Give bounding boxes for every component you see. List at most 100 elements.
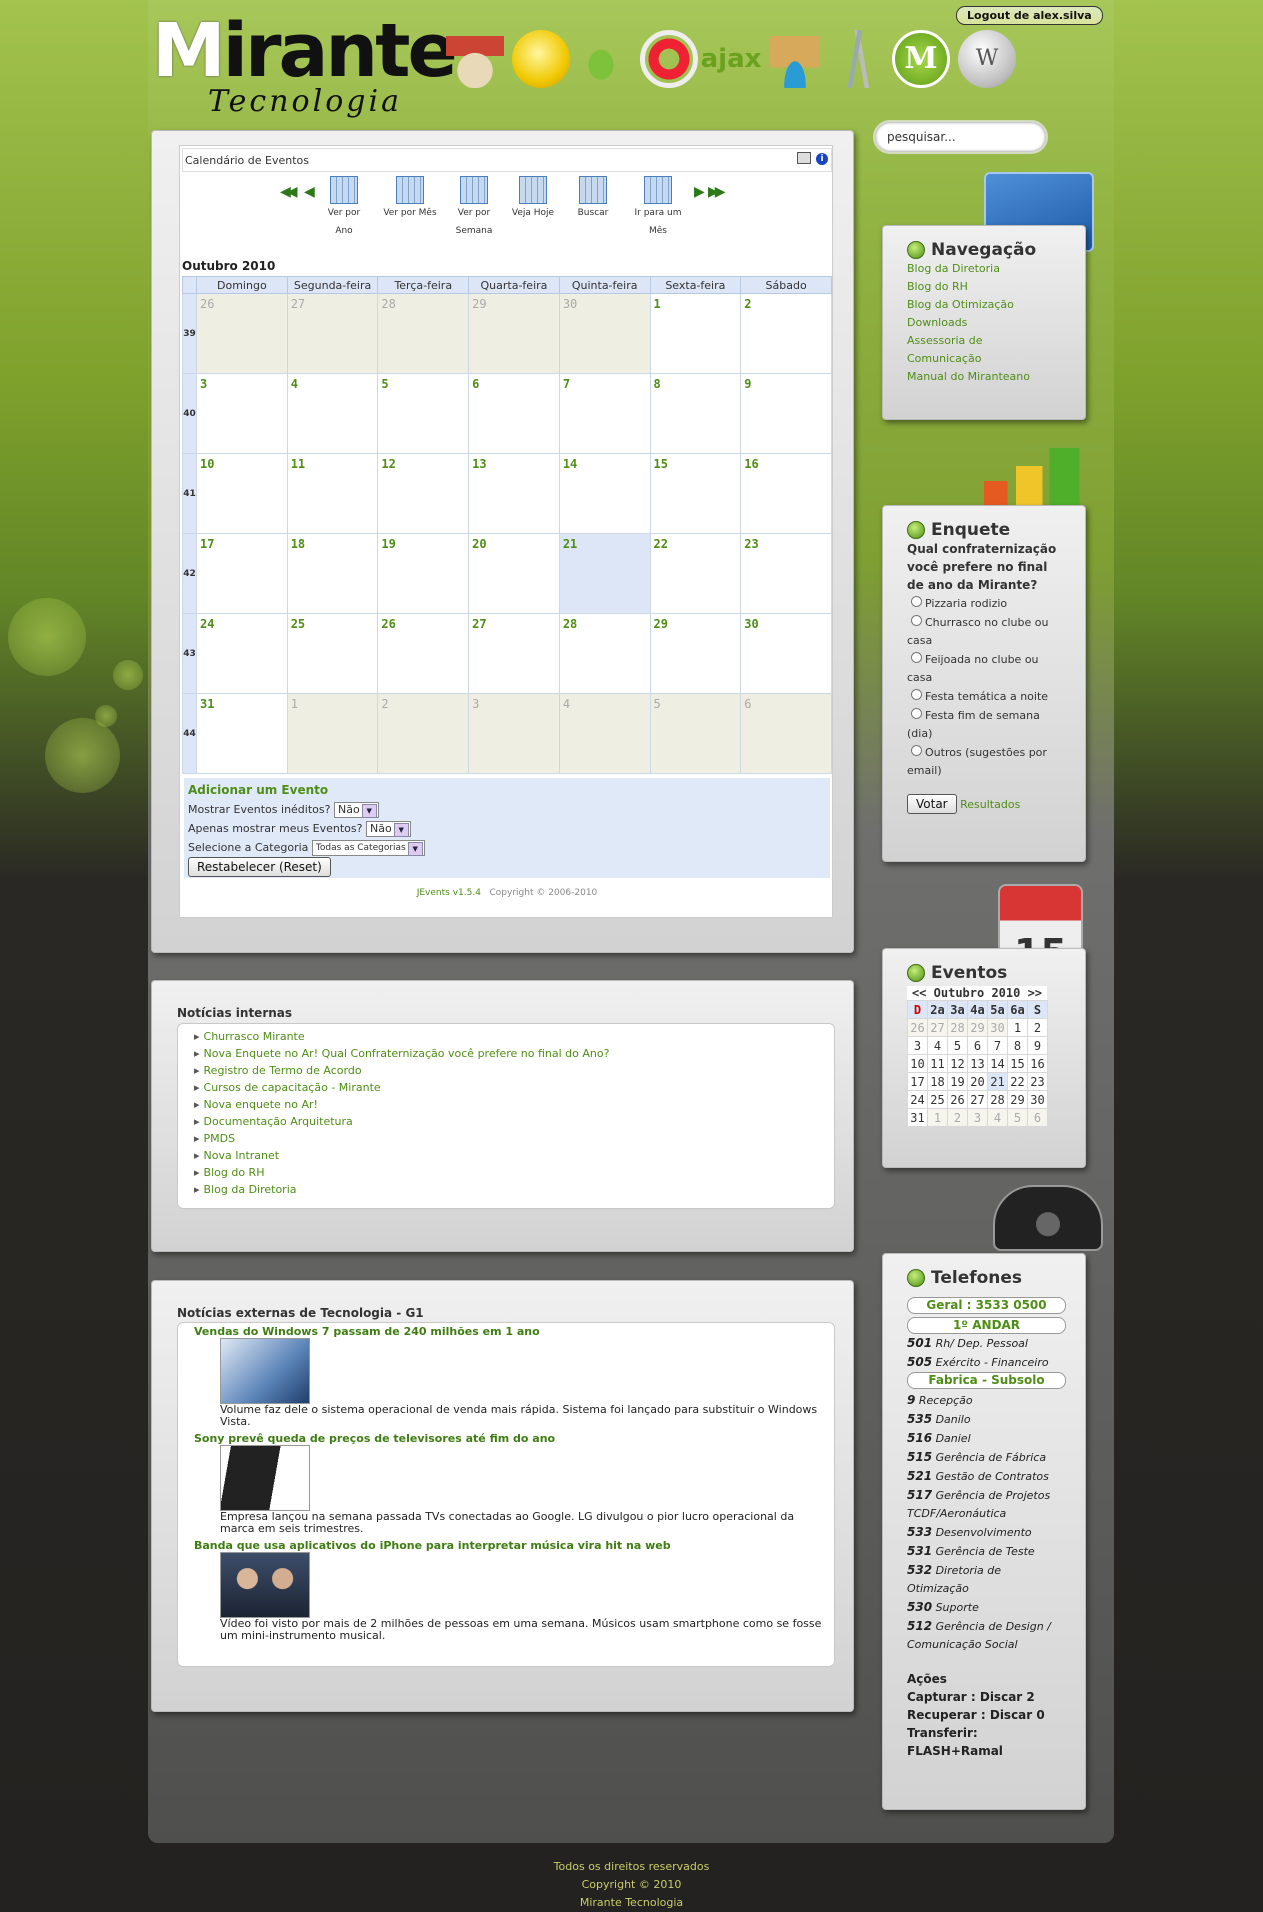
filter-unpublished-select[interactable]: Não	[333, 802, 379, 818]
day-cell[interactable]: 11	[286, 453, 379, 534]
radio-button[interactable]	[911, 615, 922, 626]
mini-day[interactable]: 29	[1007, 1090, 1028, 1109]
view-month-button[interactable]: Ver por Mês	[382, 176, 438, 222]
logout-button[interactable]: Logout de alex.silva	[956, 6, 1103, 25]
day-cell[interactable]: 5	[377, 373, 470, 454]
week-number[interactable]: 43	[182, 613, 197, 694]
mini-day[interactable]: 1	[927, 1108, 948, 1127]
mini-day[interactable]: 5	[947, 1036, 968, 1055]
day-cell[interactable]: 25	[286, 613, 379, 694]
day-cell[interactable]: 17	[196, 533, 288, 614]
search-input[interactable]: pesquisar...	[873, 120, 1048, 154]
view-today-button[interactable]: Veja Hoje	[505, 176, 561, 222]
list-item[interactable]: Cursos de capacitação - Mirante	[194, 1079, 818, 1096]
nav-link[interactable]: Assessoria de Comunicação	[907, 332, 1017, 368]
mini-day[interactable]: 7	[987, 1036, 1008, 1055]
poll-option[interactable]: Churrasco no clube ou casa	[907, 614, 1061, 650]
mini-next-link[interactable]: >>	[1028, 986, 1042, 1000]
mini-day[interactable]: 2	[1027, 1018, 1048, 1037]
list-item[interactable]: Nova Enquete no Ar! Qual Confraternizaçã…	[194, 1045, 818, 1062]
news-link[interactable]: Registro de Termo de Acordo	[204, 1064, 362, 1077]
poll-option[interactable]: Festa fim de semana (dia)	[907, 707, 1061, 743]
list-item[interactable]: Nova enquete no Ar!	[194, 1096, 818, 1113]
mini-day[interactable]: 22	[1007, 1072, 1028, 1091]
mini-day[interactable]: 3	[907, 1036, 928, 1055]
ajax-pro-icon[interactable]: ajax	[698, 30, 764, 88]
home-icon[interactable]	[446, 30, 504, 88]
day-cell[interactable]: 9	[740, 373, 832, 454]
mini-day[interactable]: 20	[967, 1072, 988, 1091]
mirante-logo[interactable]: Mirante Tecnologia	[152, 8, 458, 119]
news-link[interactable]: Nova enquete no Ar!	[204, 1098, 318, 1111]
day-cell-today[interactable]: 21	[558, 533, 651, 614]
mini-day[interactable]: 6	[967, 1036, 988, 1055]
mini-day[interactable]: 24	[907, 1090, 928, 1109]
list-item[interactable]: Churrasco Mirante	[194, 1028, 818, 1045]
view-year-button[interactable]: Ver por Ano	[318, 176, 370, 240]
mini-day[interactable]: 12	[947, 1054, 968, 1073]
mini-day[interactable]: 28	[947, 1018, 968, 1037]
day-cell[interactable]: 26	[196, 293, 288, 374]
day-cell[interactable]: 28	[558, 613, 651, 694]
mini-day[interactable]: 19	[947, 1072, 968, 1091]
day-cell[interactable]: 31	[196, 693, 288, 774]
news-thumbnail[interactable]	[220, 1445, 310, 1511]
day-cell[interactable]: 1	[286, 693, 379, 774]
day-cell[interactable]: 29	[468, 293, 560, 374]
day-cell[interactable]: 13	[468, 453, 560, 534]
prev-year-icon[interactable]: ◀◀	[280, 184, 297, 200]
mini-day[interactable]: 23	[1027, 1072, 1048, 1091]
day-cell[interactable]: 14	[558, 453, 651, 534]
week-number[interactable]: 42	[182, 533, 197, 614]
day-cell[interactable]: 22	[649, 533, 742, 614]
day-cell[interactable]: 12	[377, 453, 470, 534]
mini-day[interactable]: 4	[987, 1108, 1008, 1127]
day-cell[interactable]: 1	[649, 293, 742, 374]
day-cell[interactable]: 4	[286, 373, 379, 454]
mini-prev-link[interactable]: <<	[912, 986, 926, 1000]
day-cell[interactable]: 29	[649, 613, 742, 694]
list-item[interactable]: Blog do RH	[194, 1164, 818, 1181]
mini-day[interactable]: 3	[967, 1108, 988, 1127]
day-cell[interactable]: 20	[468, 533, 560, 614]
radio-button[interactable]	[911, 652, 922, 663]
day-cell[interactable]: 7	[558, 373, 651, 454]
info-icon[interactable]: i	[816, 153, 828, 165]
week-number[interactable]: 44	[182, 693, 197, 774]
news-link[interactable]: Documentação Arquitetura	[204, 1115, 353, 1128]
filter-mine-select[interactable]: Não	[365, 821, 411, 837]
news-thumbnail[interactable]	[220, 1338, 310, 1404]
day-cell[interactable]: 3	[468, 693, 560, 774]
chat-icon[interactable]	[512, 30, 570, 88]
mini-day[interactable]: 16	[1027, 1054, 1048, 1073]
mini-day[interactable]: 27	[927, 1018, 948, 1037]
mini-day[interactable]: 8	[1007, 1036, 1028, 1055]
week-number[interactable]: 41	[182, 453, 197, 534]
mini-day[interactable]: 11	[927, 1054, 948, 1073]
day-cell[interactable]: 28	[377, 293, 470, 374]
nav-link[interactable]: Blog da Otimização	[907, 296, 1061, 314]
jevents-credit[interactable]: JEvents v1.5.4	[417, 888, 481, 898]
poll-option[interactable]: Pizzaria rodizio	[907, 595, 1061, 613]
mini-day[interactable]: 15	[1007, 1054, 1028, 1073]
nav-link[interactable]: Blog do RH	[907, 278, 1061, 296]
list-item[interactable]: Nova Intranet	[194, 1147, 818, 1164]
news-link[interactable]: Churrasco Mirante	[204, 1030, 305, 1043]
day-cell[interactable]: 19	[377, 533, 470, 614]
poll-option[interactable]: Festa temática a noite	[907, 688, 1061, 706]
list-item[interactable]: PMDS	[194, 1130, 818, 1147]
keys-icon[interactable]	[834, 30, 882, 88]
mini-day[interactable]: 5	[1007, 1108, 1028, 1127]
list-item[interactable]: Blog da Diretoria	[194, 1181, 818, 1198]
news-link[interactable]: Cursos de capacitação - Mirante	[204, 1081, 381, 1094]
radio-button[interactable]	[911, 596, 922, 607]
day-cell[interactable]: 4	[558, 693, 651, 774]
poll-option[interactable]: Outros (sugestões por email)	[907, 744, 1061, 780]
news-link[interactable]: Nova Intranet	[204, 1149, 280, 1162]
next-year-icon[interactable]: ▶▶	[708, 184, 725, 200]
mini-day[interactable]: 13	[967, 1054, 988, 1073]
radio-button[interactable]	[911, 745, 922, 756]
list-item[interactable]: Documentação Arquitetura	[194, 1113, 818, 1130]
prev-month-icon[interactable]: ◀	[304, 184, 315, 200]
nav-link[interactable]: Blog da Diretoria	[907, 260, 1061, 278]
